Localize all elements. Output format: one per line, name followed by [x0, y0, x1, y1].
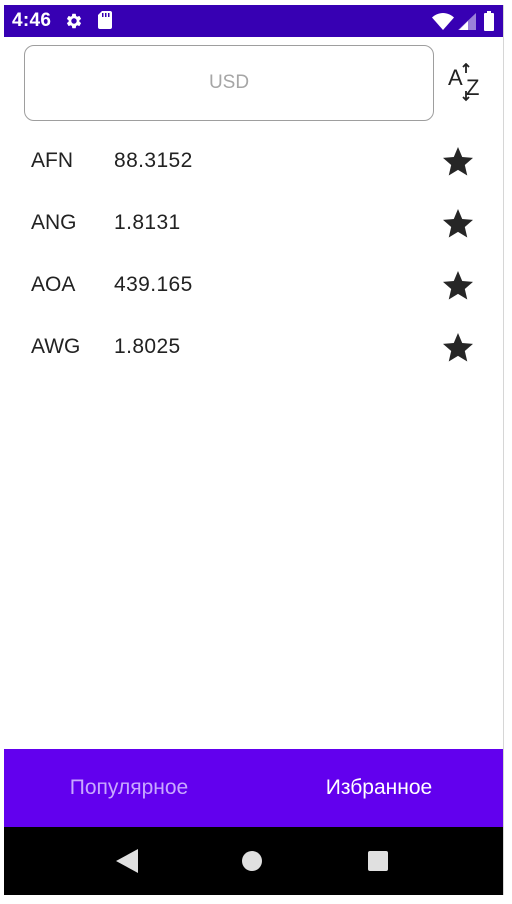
star-icon[interactable] [440, 144, 476, 180]
bottom-nav: Популярное Избранное [4, 749, 503, 827]
currency-list: AFN 88.3152 ANG 1.8131 AOA 439.165 AWG 1… [4, 130, 503, 378]
currency-row[interactable]: AWG 1.8025 [4, 316, 503, 378]
currency-rate: 1.8131 [114, 211, 181, 234]
star-icon[interactable] [440, 268, 476, 304]
search-input[interactable] [25, 45, 433, 121]
system-nav-bar [4, 827, 503, 895]
signal-icon [458, 13, 476, 30]
currency-row[interactable]: AOA 439.165 [4, 254, 503, 316]
sort-alpha-icon[interactable]: A Z [446, 63, 486, 105]
gear-icon [66, 13, 82, 29]
recents-icon[interactable] [368, 851, 388, 871]
tab-favorites[interactable]: Избранное [254, 749, 503, 827]
wifi-icon [432, 13, 454, 30]
battery-icon [484, 11, 494, 31]
sort-label-z: Z [466, 75, 479, 100]
status-bar: 4:46 [4, 5, 503, 37]
home-icon[interactable] [242, 851, 262, 871]
currency-code: AOA [31, 273, 76, 296]
currency-rate: 1.8025 [114, 335, 181, 358]
currency-code: AFN [31, 149, 73, 172]
currency-rate: 439.165 [114, 273, 193, 296]
star-icon[interactable] [440, 206, 476, 242]
sd-card-icon [98, 11, 112, 29]
currency-code: AWG [31, 335, 81, 358]
currency-code: ANG [31, 211, 77, 234]
currency-row[interactable]: ANG 1.8131 [4, 192, 503, 254]
tab-popular[interactable]: Популярное [4, 749, 254, 827]
star-icon[interactable] [440, 330, 476, 366]
search-box [24, 45, 434, 121]
currency-row[interactable]: AFN 88.3152 [4, 130, 503, 192]
currency-rate: 88.3152 [114, 149, 193, 172]
status-time: 4:46 [12, 10, 52, 31]
app-screen: 4:46 A Z [4, 5, 504, 895]
sort-label-a: A [448, 65, 463, 90]
back-icon[interactable] [116, 849, 138, 873]
